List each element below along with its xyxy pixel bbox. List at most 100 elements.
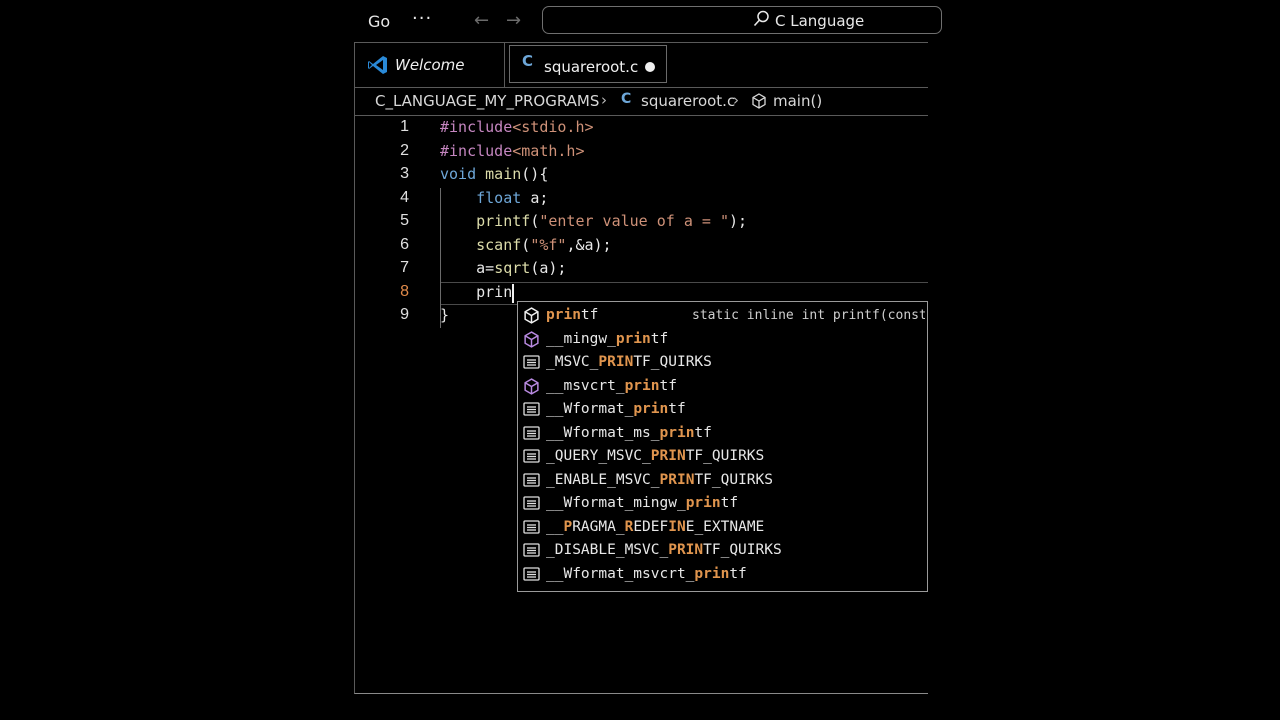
line-number: 7 (400, 259, 409, 276)
code-text: prin (440, 283, 512, 301)
text-cursor (512, 283, 515, 303)
code-line[interactable]: 6 scanf("%f",&a); (355, 235, 928, 258)
breadcrumb-symbol[interactable]: main() (773, 92, 822, 110)
label-text: E_EXTNAME (685, 518, 765, 535)
label-text: tf (650, 330, 669, 347)
suggestion-item[interactable]: __Wformat_printf (518, 398, 927, 421)
label-text: _MSVC_ (546, 354, 599, 370)
suggestion-item[interactable]: _DISABLE_MSVC_PRINTF_QUIRKS (518, 539, 927, 562)
code-token: a= (440, 259, 495, 277)
back-arrow-icon[interactable]: ← (474, 10, 489, 31)
code-text: float a; (440, 189, 548, 207)
label-text: tf (580, 307, 599, 323)
suggestion-label: __Wformat_mingw_printf (546, 495, 738, 511)
code-token: "%f" (530, 235, 567, 254)
tab-welcome[interactable]: Welcome (355, 43, 505, 87)
label-text: TF_QUIRKS (685, 448, 765, 464)
match-highlight: prin (546, 307, 581, 323)
code-token: } (440, 306, 450, 324)
label-text: EDEF (633, 518, 669, 535)
code-text: a=sqrt(a); (440, 259, 566, 277)
command-center-search[interactable]: C Language (542, 6, 942, 34)
suggestion-item[interactable]: __Wformat_ms_printf (518, 422, 927, 445)
c-file-icon: C (522, 52, 534, 70)
line-number: 5 (400, 212, 409, 229)
suggestion-item[interactable]: __msvcrt_printf (518, 375, 927, 398)
line-number: 9 (400, 306, 409, 323)
code-token: (a); (530, 259, 567, 277)
suggestion-label: __Wformat_printf (546, 401, 686, 417)
label-text: TF_QUIRKS (633, 354, 712, 370)
label-text: __msvcrt_ (546, 377, 625, 394)
suggestion-label: __Wformat_ms_printf (546, 425, 712, 441)
label-text: RAGMA_ (572, 518, 625, 535)
suggestion-item[interactable]: __PRAGMA_REDEFINE_EXTNAME (518, 516, 927, 539)
code-line[interactable]: 7 a=sqrt(a); (355, 258, 928, 281)
code-token: "enter value of a = " (539, 212, 729, 230)
code-token: ( (521, 235, 531, 254)
code-token: <stdio.h> (512, 118, 594, 136)
line-number: 4 (400, 188, 409, 206)
unsaved-dot-icon[interactable] (645, 62, 655, 72)
code-token: void (440, 165, 486, 183)
text-symbol-icon (523, 566, 540, 583)
suggestion-item[interactable]: _QUERY_MSVC_PRINTF_QUIRKS (518, 445, 927, 468)
menu-go[interactable]: Go (368, 12, 390, 31)
breadcrumb: C_LANGUAGE_MY_PROGRAMS › C squareroot.c … (355, 87, 928, 116)
code-line[interactable]: 5 printf("enter value of a = "); (355, 211, 928, 234)
code-line[interactable]: 2 #include<math.h> (355, 141, 928, 164)
code-line[interactable]: 4 float a; (355, 188, 928, 211)
code-line[interactable]: 3 void main(){ (355, 164, 928, 187)
text-symbol-icon (523, 519, 540, 536)
suggestion-item[interactable]: __Wformat_mingw_printf (518, 492, 927, 515)
code-token: <math.h> (512, 141, 585, 160)
code-token: #include (440, 141, 513, 160)
label-text: _DISABLE_MSVC_ (546, 542, 669, 558)
match-highlight: PRIN (598, 354, 634, 370)
suggestion-label: printf (546, 307, 598, 323)
tab-squareroot-c[interactable]: C squareroot.c (509, 45, 667, 83)
method-cube-icon (523, 307, 540, 324)
suggestion-widget[interactable]: printf static inline int printf(const __mi… (517, 301, 928, 592)
code-token: sqrt (494, 259, 531, 277)
suggestion-item[interactable]: __mingw_printf (518, 328, 927, 351)
match-highlight: prin (615, 330, 651, 347)
suggestion-label: _ENABLE_MSVC_PRINTF_QUIRKS (546, 472, 773, 488)
code-text: #include<stdio.h> (440, 118, 594, 136)
title-bar: Go ··· ← → C Language (354, 0, 942, 42)
suggestion-label: __mingw_printf (546, 331, 668, 347)
label-text: TF_QUIRKS (703, 542, 782, 558)
method-cube-icon (523, 377, 540, 395)
label-text: tf (668, 401, 686, 417)
label-text: __mingw_ (546, 330, 616, 347)
match-highlight: prin (694, 565, 730, 582)
label-text: __ (546, 518, 564, 535)
code-token: ); (729, 212, 748, 230)
line-number: 1 (400, 118, 409, 135)
suggestion-label: __Wformat_msvcrt_printf (546, 566, 747, 582)
breadcrumb-folder[interactable]: C_LANGUAGE_MY_PROGRAMS (375, 92, 599, 110)
suggestion-item[interactable]: printf static inline int printf(const (518, 304, 927, 327)
match-highlight: P (563, 518, 573, 535)
search-icon (753, 10, 769, 27)
label-text: TF_QUIRKS (694, 471, 773, 488)
text-symbol-icon (523, 495, 540, 512)
more-menu-icon[interactable]: ··· (412, 8, 432, 29)
suggestion-label: _DISABLE_MSVC_PRINTF_QUIRKS (546, 542, 782, 558)
label-text: _QUERY_MSVC_ (546, 448, 651, 464)
breadcrumb-file[interactable]: squareroot.c (641, 92, 735, 110)
code-text: #include<math.h> (440, 142, 585, 160)
code-line[interactable]: 1 #include<stdio.h> (355, 117, 928, 140)
forward-arrow-icon[interactable]: → (506, 10, 521, 31)
code-token: printf (440, 212, 531, 230)
text-symbol-icon (523, 401, 540, 418)
suggestion-item[interactable]: _MSVC_PRINTF_QUIRKS (518, 351, 927, 374)
suggestion-item[interactable]: __Wformat_msvcrt_printf (518, 563, 927, 586)
text-symbol-icon (523, 354, 540, 371)
code-text: scanf("%f",&a); (440, 235, 611, 254)
suggestion-item[interactable]: _ENABLE_MSVC_PRINTF_QUIRKS (518, 469, 927, 492)
label-text: _ENABLE_MSVC_ (546, 471, 660, 488)
label-text: tf (729, 565, 747, 582)
code-token: (){ (521, 165, 549, 183)
code-token: float (440, 188, 531, 207)
